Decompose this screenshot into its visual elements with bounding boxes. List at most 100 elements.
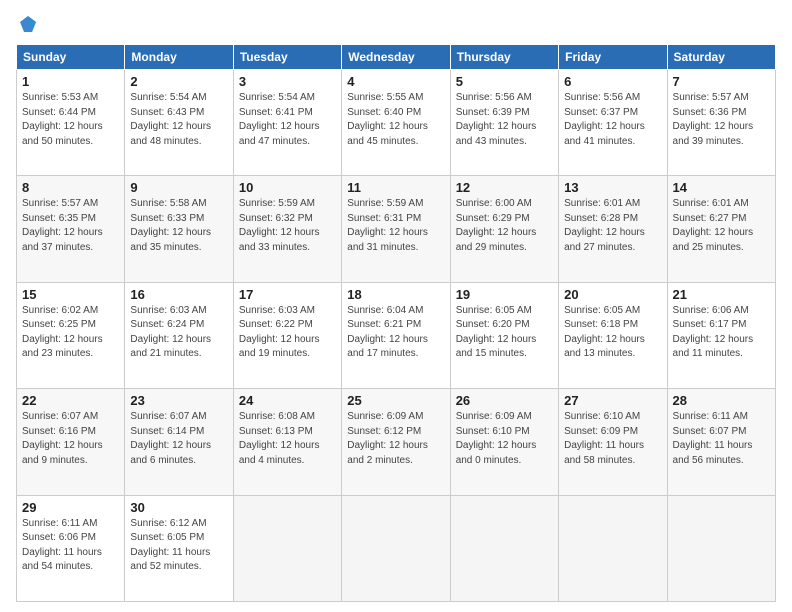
- header: [16, 16, 776, 34]
- day-info: Sunrise: 6:01 AM Sunset: 6:27 PM Dayligh…: [673, 197, 770, 255]
- day-info: Sunrise: 6:03 AM Sunset: 6:24 PM Dayligh…: [130, 304, 227, 362]
- empty-cell: [342, 495, 450, 601]
- calendar-header-row: SundayMondayTuesdayWednesdayThursdayFrid…: [17, 45, 776, 70]
- day-info: Sunrise: 6:11 AM Sunset: 6:07 PM Dayligh…: [673, 410, 770, 468]
- day-cell-22: 22Sunrise: 6:07 AM Sunset: 6:16 PM Dayli…: [17, 389, 125, 495]
- day-cell-14: 14 Sunrise: 6:01 AM Sunset: 6:27 PM Dayli…: [667, 176, 775, 282]
- day-number: 14: [673, 180, 770, 195]
- day-info: Sunrise: 5:59 AM Sunset: 6:31 PM Dayligh…: [347, 197, 444, 255]
- day-info: Sunrise: 6:04 AM Sunset: 6:21 PM Dayligh…: [347, 304, 444, 362]
- day-number: 2: [130, 74, 227, 89]
- day-number: 26: [456, 393, 553, 408]
- day-cell-9: 9 Sunrise: 5:58 AM Sunset: 6:33 PM Daylig…: [125, 176, 233, 282]
- day-number: 21: [673, 287, 770, 302]
- day-info: Sunrise: 6:05 AM Sunset: 6:20 PM Dayligh…: [456, 304, 553, 362]
- col-header-sunday: Sunday: [17, 45, 125, 70]
- calendar-table: SundayMondayTuesdayWednesdayThursdayFrid…: [16, 44, 776, 602]
- day-number: 18: [347, 287, 444, 302]
- calendar-week-4: 22Sunrise: 6:07 AM Sunset: 6:16 PM Dayli…: [17, 389, 776, 495]
- page: SundayMondayTuesdayWednesdayThursdayFrid…: [0, 0, 792, 612]
- day-info: Sunrise: 5:55 AM Sunset: 6:40 PM Dayligh…: [347, 91, 444, 149]
- day-cell-5: 5 Sunrise: 5:56 AM Sunset: 6:39 PM Daylig…: [450, 70, 558, 176]
- col-header-wednesday: Wednesday: [342, 45, 450, 70]
- day-number: 16: [130, 287, 227, 302]
- day-number: 15: [22, 287, 119, 302]
- day-cell-28: 28 Sunrise: 6:11 AM Sunset: 6:07 PM Dayli…: [667, 389, 775, 495]
- day-cell-15: 15 Sunrise: 6:02 AM Sunset: 6:25 PM Dayli…: [17, 282, 125, 388]
- empty-cell: [233, 495, 341, 601]
- day-info: Sunrise: 6:02 AM Sunset: 6:25 PM Dayligh…: [22, 304, 119, 362]
- day-number: 10: [239, 180, 336, 195]
- day-number: 19: [456, 287, 553, 302]
- day-cell-6: 6 Sunrise: 5:56 AM Sunset: 6:37 PM Daylig…: [559, 70, 667, 176]
- empty-cell: [450, 495, 558, 601]
- day-info: Sunrise: 5:56 AM Sunset: 6:39 PM Dayligh…: [456, 91, 553, 149]
- day-info: Sunrise: 5:53 AM Sunset: 6:44 PM Dayligh…: [22, 91, 119, 149]
- logo: [16, 16, 38, 34]
- day-info: Sunrise: 6:00 AM Sunset: 6:29 PM Dayligh…: [456, 197, 553, 255]
- col-header-friday: Friday: [559, 45, 667, 70]
- day-info: Sunrise: 6:03 AM Sunset: 6:22 PM Dayligh…: [239, 304, 336, 362]
- day-cell-16: 16 Sunrise: 6:03 AM Sunset: 6:24 PM Dayli…: [125, 282, 233, 388]
- day-number: 12: [456, 180, 553, 195]
- day-cell-25: 25 Sunrise: 6:09 AM Sunset: 6:12 PM Dayli…: [342, 389, 450, 495]
- day-number: 30: [130, 500, 227, 515]
- day-info: Sunrise: 5:59 AM Sunset: 6:32 PM Dayligh…: [239, 197, 336, 255]
- day-info: Sunrise: 6:09 AM Sunset: 6:10 PM Dayligh…: [456, 410, 553, 468]
- day-info: Sunrise: 6:08 AM Sunset: 6:13 PM Dayligh…: [239, 410, 336, 468]
- day-number: 7: [673, 74, 770, 89]
- day-cell-13: 13Sunrise: 6:01 AM Sunset: 6:28 PM Dayli…: [559, 176, 667, 282]
- col-header-thursday: Thursday: [450, 45, 558, 70]
- day-info: Sunrise: 5:56 AM Sunset: 6:37 PM Dayligh…: [564, 91, 661, 149]
- day-number: 29: [22, 500, 119, 515]
- day-number: 28: [673, 393, 770, 408]
- day-cell-12: 12 Sunrise: 6:00 AM Sunset: 6:29 PM Dayli…: [450, 176, 558, 282]
- day-number: 22: [22, 393, 119, 408]
- empty-cell: [667, 495, 775, 601]
- day-info: Sunrise: 6:10 AM Sunset: 6:09 PM Dayligh…: [564, 410, 661, 468]
- day-cell-29: 29 Sunrise: 6:11 AM Sunset: 6:06 PM Dayli…: [17, 495, 125, 601]
- calendar: SundayMondayTuesdayWednesdayThursdayFrid…: [16, 44, 776, 602]
- day-cell-20: 20Sunrise: 6:05 AM Sunset: 6:18 PM Dayli…: [559, 282, 667, 388]
- day-info: Sunrise: 5:57 AM Sunset: 6:35 PM Dayligh…: [22, 197, 119, 255]
- col-header-saturday: Saturday: [667, 45, 775, 70]
- day-cell-8: 8 Sunrise: 5:57 AM Sunset: 6:35 PM Daylig…: [17, 176, 125, 282]
- day-number: 8: [22, 180, 119, 195]
- day-number: 6: [564, 74, 661, 89]
- day-info: Sunrise: 6:12 AM Sunset: 6:05 PM Dayligh…: [130, 517, 227, 575]
- day-cell-19: 19 Sunrise: 6:05 AM Sunset: 6:20 PM Dayli…: [450, 282, 558, 388]
- day-number: 17: [239, 287, 336, 302]
- empty-cell: [559, 495, 667, 601]
- day-info: Sunrise: 5:54 AM Sunset: 6:43 PM Dayligh…: [130, 91, 227, 149]
- calendar-week-3: 15 Sunrise: 6:02 AM Sunset: 6:25 PM Dayli…: [17, 282, 776, 388]
- day-number: 9: [130, 180, 227, 195]
- day-cell-24: 24 Sunrise: 6:08 AM Sunset: 6:13 PM Dayli…: [233, 389, 341, 495]
- calendar-week-1: 1 Sunrise: 5:53 AM Sunset: 6:44 PM Daylig…: [17, 70, 776, 176]
- day-info: Sunrise: 5:58 AM Sunset: 6:33 PM Dayligh…: [130, 197, 227, 255]
- calendar-week-5: 29 Sunrise: 6:11 AM Sunset: 6:06 PM Dayli…: [17, 495, 776, 601]
- day-info: Sunrise: 6:11 AM Sunset: 6:06 PM Dayligh…: [22, 517, 119, 575]
- day-number: 25: [347, 393, 444, 408]
- day-number: 23: [130, 393, 227, 408]
- day-cell-11: 11 Sunrise: 5:59 AM Sunset: 6:31 PM Dayli…: [342, 176, 450, 282]
- col-header-monday: Monday: [125, 45, 233, 70]
- day-cell-10: 10 Sunrise: 5:59 AM Sunset: 6:32 PM Dayli…: [233, 176, 341, 282]
- day-info: Sunrise: 5:57 AM Sunset: 6:36 PM Dayligh…: [673, 91, 770, 149]
- day-cell-18: 18 Sunrise: 6:04 AM Sunset: 6:21 PM Dayli…: [342, 282, 450, 388]
- day-number: 11: [347, 180, 444, 195]
- day-cell-26: 26 Sunrise: 6:09 AM Sunset: 6:10 PM Dayli…: [450, 389, 558, 495]
- day-info: Sunrise: 6:06 AM Sunset: 6:17 PM Dayligh…: [673, 304, 770, 362]
- day-number: 5: [456, 74, 553, 89]
- day-cell-3: 3 Sunrise: 5:54 AM Sunset: 6:41 PM Daylig…: [233, 70, 341, 176]
- day-number: 3: [239, 74, 336, 89]
- day-cell-27: 27 Sunrise: 6:10 AM Sunset: 6:09 PM Dayli…: [559, 389, 667, 495]
- day-cell-30: 30 Sunrise: 6:12 AM Sunset: 6:05 PM Dayli…: [125, 495, 233, 601]
- day-info: Sunrise: 6:07 AM Sunset: 6:14 PM Dayligh…: [130, 410, 227, 468]
- day-info: Sunrise: 6:09 AM Sunset: 6:12 PM Dayligh…: [347, 410, 444, 468]
- day-number: 1: [22, 74, 119, 89]
- day-info: Sunrise: 6:01 AM Sunset: 6:28 PM Dayligh…: [564, 197, 661, 255]
- day-number: 4: [347, 74, 444, 89]
- day-number: 24: [239, 393, 336, 408]
- day-info: Sunrise: 5:54 AM Sunset: 6:41 PM Dayligh…: [239, 91, 336, 149]
- day-number: 27: [564, 393, 661, 408]
